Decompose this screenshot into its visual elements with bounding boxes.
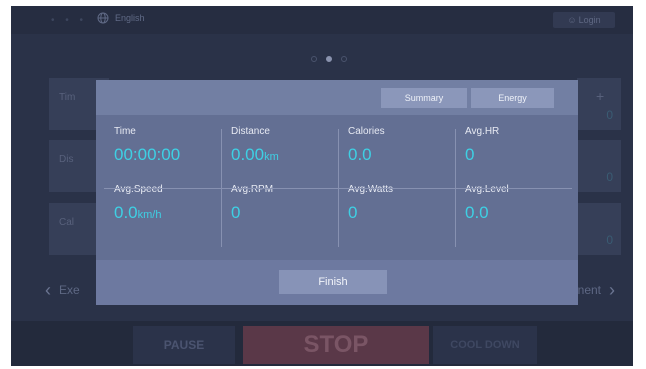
next-nav-label: nent bbox=[577, 283, 601, 297]
stat-label: Time bbox=[114, 126, 136, 137]
page-dot[interactable] bbox=[341, 56, 347, 62]
stat-label: Avg.HR bbox=[465, 126, 500, 137]
stat-avg-watts: Avg.Watts 0 bbox=[344, 173, 460, 231]
bg-card-right-2: 0 bbox=[577, 140, 621, 192]
language-selector[interactable]: English bbox=[97, 12, 145, 24]
dialog-header: Summary Energy bbox=[96, 80, 578, 115]
stat-value: 0.0 bbox=[465, 203, 489, 222]
chevron-left-icon: ‹ bbox=[45, 280, 51, 300]
stat-label: Avg.Level bbox=[465, 184, 509, 195]
stats-grid: Time 00:00:00 Distance 0.00km Calories 0… bbox=[96, 115, 578, 260]
language-label: English bbox=[115, 13, 145, 23]
stat-calories: Calories 0.0 bbox=[344, 115, 460, 173]
top-bar: • • • English ☺ Login bbox=[11, 6, 633, 34]
stat-label: Calories bbox=[348, 126, 385, 137]
stat-unit: km/h bbox=[137, 209, 162, 221]
bg-card-title: Tim bbox=[59, 92, 76, 103]
prev-nav[interactable]: ‹ Exe bbox=[45, 280, 80, 300]
tab-energy[interactable]: Energy bbox=[471, 88, 554, 108]
login-label: Login bbox=[578, 15, 601, 25]
tab-summary[interactable]: Summary bbox=[381, 88, 467, 108]
plus-icon[interactable]: + bbox=[596, 88, 604, 104]
stat-label: Distance bbox=[231, 126, 270, 137]
chevron-right-icon: › bbox=[609, 280, 615, 300]
globe-icon bbox=[97, 12, 109, 24]
control-bar: PAUSE STOP COOL DOWN bbox=[11, 321, 633, 366]
bg-card-title: Dis bbox=[59, 154, 74, 165]
bg-card-value: 0 bbox=[606, 108, 613, 122]
stat-label: Avg.Watts bbox=[348, 184, 394, 195]
page-dot[interactable] bbox=[311, 56, 317, 62]
bg-card-right-1: 0 bbox=[577, 78, 621, 130]
stop-button[interactable]: STOP bbox=[243, 326, 429, 364]
stat-label: Avg.RPM bbox=[231, 184, 274, 195]
page-dot-active[interactable] bbox=[326, 56, 332, 62]
stat-label: Avg.Speed bbox=[114, 184, 163, 195]
bg-card-value: 0 bbox=[606, 233, 613, 247]
cooldown-button[interactable]: COOL DOWN bbox=[433, 326, 537, 364]
stat-value: 0.0km/h bbox=[114, 203, 162, 222]
login-button[interactable]: ☺ Login bbox=[553, 12, 615, 28]
device-screen: • • • English ☺ Login Tim Dis Cal 0 + 0 bbox=[11, 6, 633, 366]
grid-divider bbox=[104, 188, 572, 189]
pause-button[interactable]: PAUSE bbox=[133, 326, 235, 364]
stat-distance: Distance 0.00km bbox=[227, 115, 343, 173]
stat-unit: km bbox=[264, 151, 279, 163]
workout-summary-dialog: Summary Energy Time 00:00:00 Distance 0.… bbox=[96, 80, 578, 305]
stat-avg-level: Avg.Level 0.0 bbox=[461, 173, 577, 231]
stat-value: 0.00km bbox=[231, 145, 279, 164]
stat-avg-rpm: Avg.RPM 0 bbox=[227, 173, 343, 231]
bg-card-value: 0 bbox=[606, 170, 613, 184]
stat-time: Time 00:00:00 bbox=[110, 115, 226, 173]
page-indicator bbox=[311, 56, 347, 62]
stat-avg-hr: Avg.HR 0 bbox=[461, 115, 577, 173]
stat-value: 0 bbox=[231, 203, 241, 222]
stat-value: 00:00:00 bbox=[114, 145, 181, 164]
finish-button[interactable]: Finish bbox=[279, 270, 387, 294]
stat-value: 0.0 bbox=[348, 145, 372, 164]
wifi-indicator-icon: • • • bbox=[51, 15, 88, 26]
stat-value: 0 bbox=[348, 203, 358, 222]
next-nav[interactable]: nent › bbox=[577, 280, 615, 300]
user-icon: ☺ bbox=[567, 15, 577, 25]
stat-value: 0 bbox=[465, 145, 475, 164]
bg-card-title: Cal bbox=[59, 217, 75, 228]
stat-avg-speed: Avg.Speed 0.0km/h bbox=[110, 173, 226, 231]
bg-card-right-3: 0 bbox=[577, 203, 621, 255]
dialog-footer: Finish bbox=[96, 260, 578, 305]
prev-nav-label: Exe bbox=[59, 283, 80, 297]
